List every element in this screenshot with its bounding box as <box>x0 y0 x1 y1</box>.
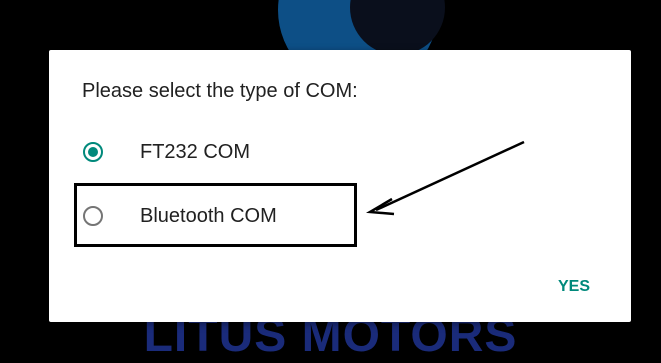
radio-checked-icon[interactable] <box>83 142 103 162</box>
option-label: FT232 COM <box>140 140 251 163</box>
annotation-highlight-box <box>74 183 357 247</box>
option-ft232-com[interactable]: FT232 COM <box>76 132 250 172</box>
yes-button[interactable]: YES <box>544 272 604 302</box>
dialog-title: Please select the type of COM: <box>82 80 358 102</box>
app-screen: LITUS MOTORS Please select the type of C… <box>0 0 661 363</box>
